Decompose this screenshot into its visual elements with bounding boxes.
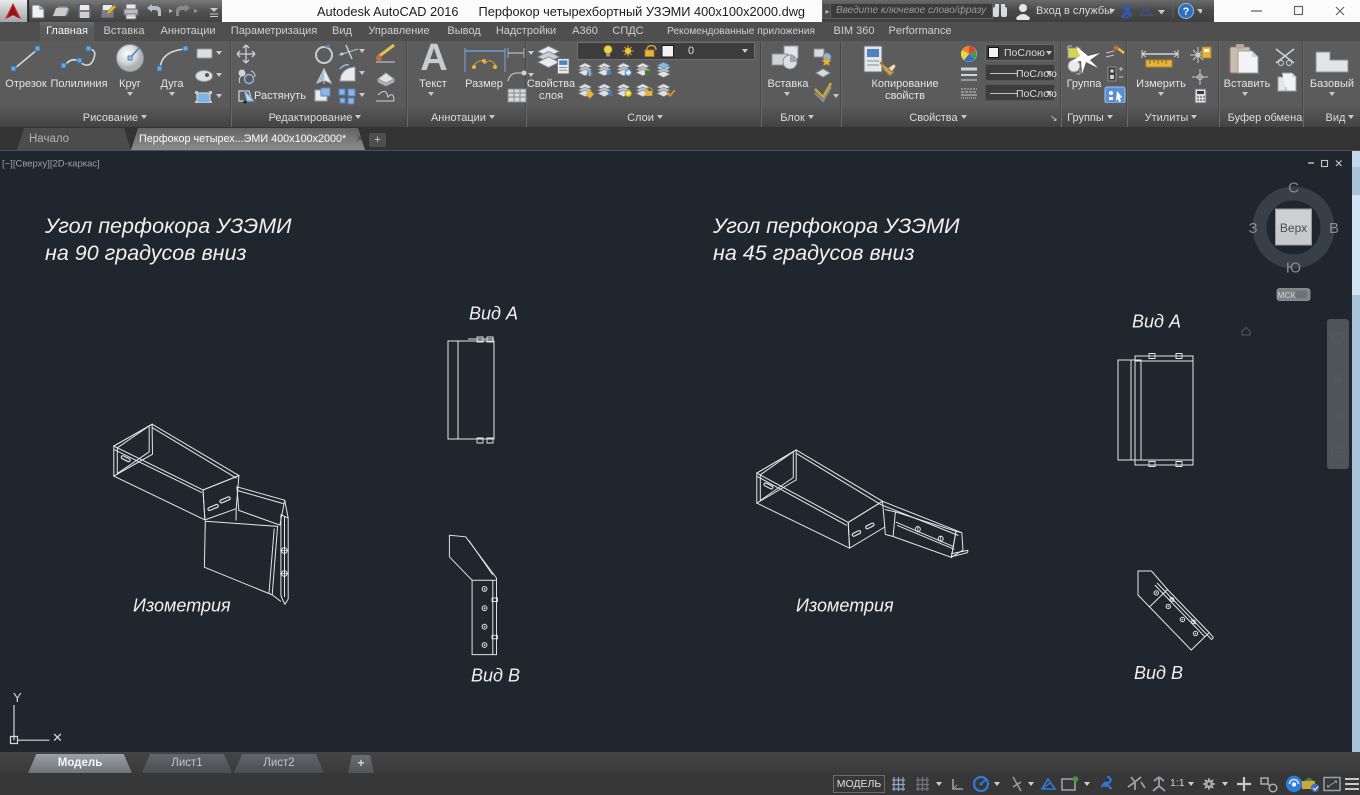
svg-text:Y: Y bbox=[13, 690, 22, 705]
svg-text:Вид А: Вид А bbox=[1132, 312, 1181, 332]
svg-text:Верх: Верх bbox=[1280, 221, 1307, 235]
svg-text:Вид В: Вид В bbox=[1134, 663, 1183, 683]
svg-text:✕: ✕ bbox=[52, 730, 63, 745]
svg-text:[−][Сверху][2D-каркас]: [−][Сверху][2D-каркас] bbox=[2, 159, 100, 170]
svg-text:Вид В: Вид В bbox=[471, 666, 520, 686]
svg-text:?: ? bbox=[1183, 6, 1190, 18]
svg-text:Изометрия: Изометрия bbox=[796, 596, 894, 616]
svg-text:Вид А: Вид А bbox=[469, 304, 518, 324]
svg-text:В: В bbox=[1329, 220, 1339, 237]
svg-text:Ю: Ю bbox=[1286, 260, 1301, 277]
svg-text:на 45 градусов вниз: на 45 градусов вниз bbox=[713, 241, 914, 265]
svg-text:С: С bbox=[1288, 180, 1299, 197]
svg-text:МСК: МСК bbox=[1277, 290, 1295, 300]
svg-text:Угол перфокора УЗЭМИ: Угол перфокора УЗЭМИ bbox=[44, 214, 292, 238]
svg-text:на 90 градусов вниз: на 90 градусов вниз bbox=[45, 241, 246, 265]
svg-text:Изометрия: Изометрия bbox=[133, 596, 231, 616]
svg-text:З: З bbox=[1248, 220, 1257, 237]
svg-text:Угол перфокора УЗЭМИ: Угол перфокора УЗЭМИ bbox=[712, 214, 960, 238]
